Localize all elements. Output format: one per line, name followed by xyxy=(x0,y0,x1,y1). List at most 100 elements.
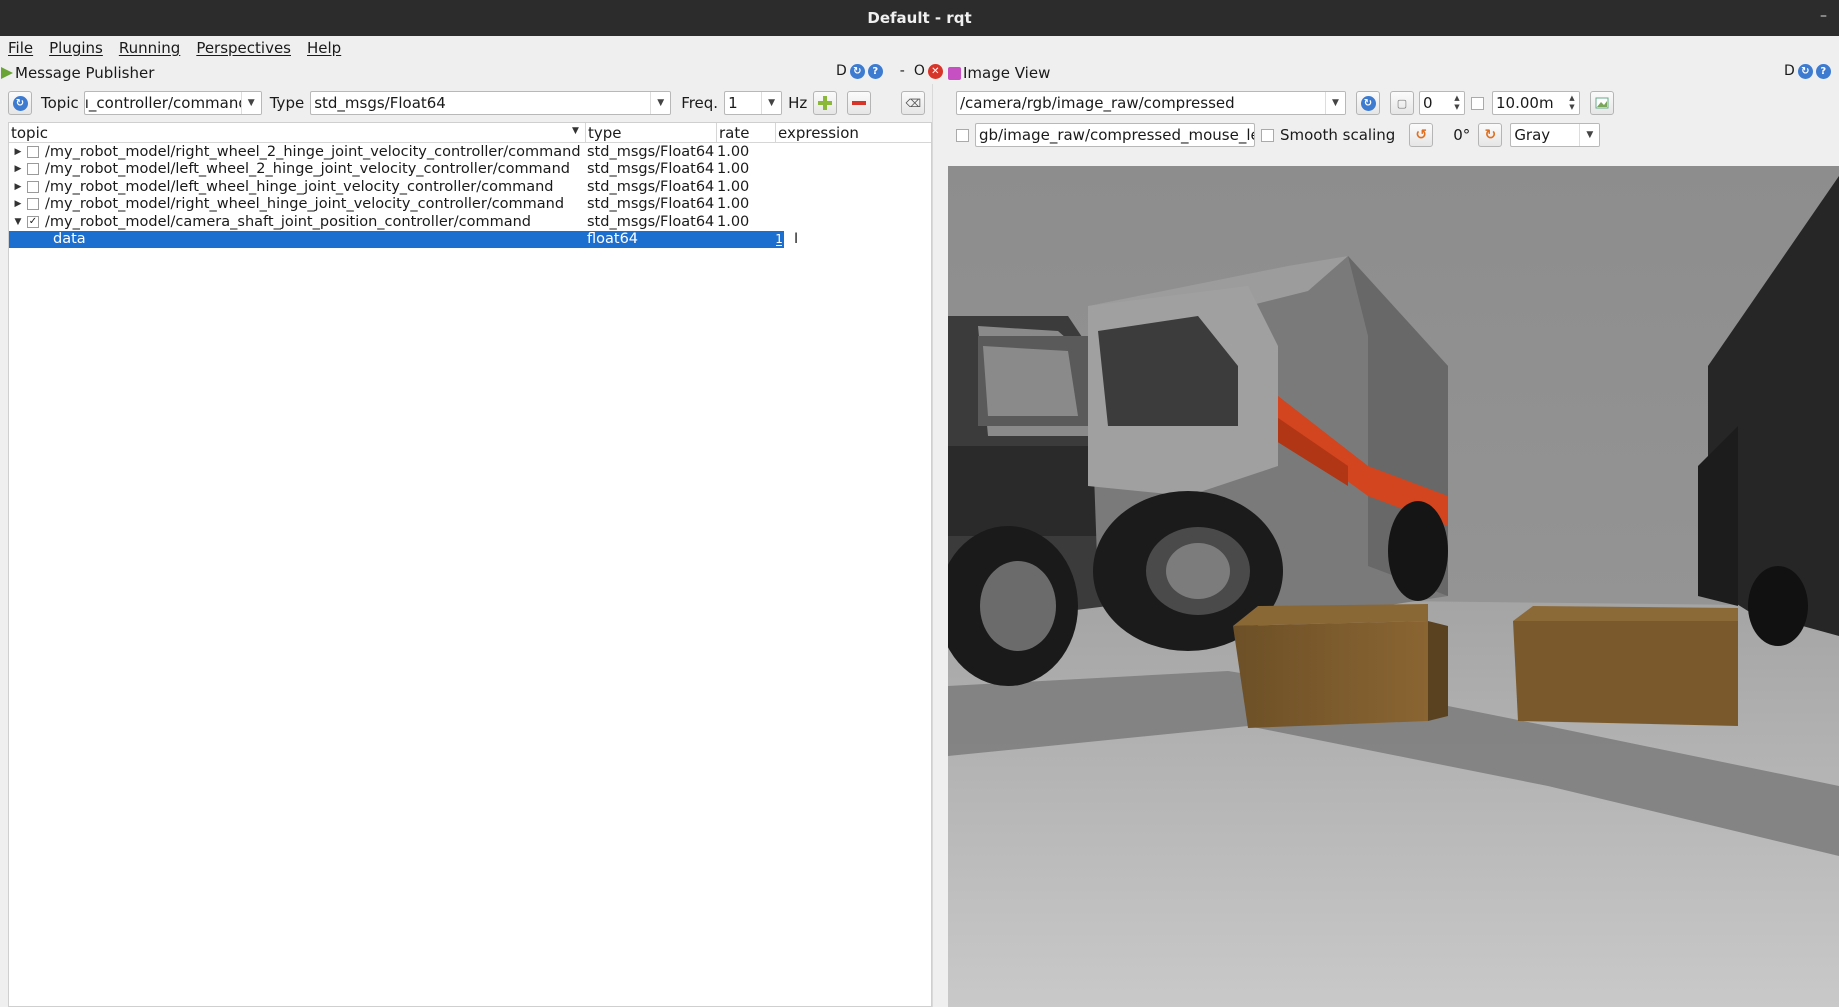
refresh-topics-button[interactable]: ↻ xyxy=(8,91,32,115)
expression-editor[interactable]: 1 xyxy=(774,231,784,247)
color-scheme-combo[interactable]: Gray ▼ xyxy=(1510,123,1601,147)
sort-indicator-icon: ▼ xyxy=(572,126,579,136)
freq-combo[interactable]: 1 ▼ xyxy=(724,91,783,115)
expand-arrow-icon[interactable]: ▶ xyxy=(9,182,27,192)
zoom-button[interactable]: ▢ xyxy=(1390,91,1414,115)
refresh-icon: ↻ xyxy=(1360,95,1376,111)
smooth-scaling-checkbox[interactable] xyxy=(1261,128,1274,142)
reload-icon[interactable]: ↻ xyxy=(1797,63,1813,79)
menu-running[interactable]: Running xyxy=(119,39,180,57)
selected-child-row[interactable]: data float64 1 I xyxy=(9,230,931,249)
col-header-topic[interactable]: topic xyxy=(9,123,586,143)
table-row[interactable]: ▶ /my_robot_model/right_wheel_2_hinge_joi… xyxy=(9,143,931,161)
clear-icon: ⌫ xyxy=(905,96,922,110)
help-icon[interactable]: ? xyxy=(867,63,883,79)
float-panel-button[interactable]: O xyxy=(914,63,925,79)
zoom-spinbox[interactable]: 0 ▲ ▼ xyxy=(1419,91,1465,115)
panel-splitter[interactable] xyxy=(932,84,946,1007)
max-depth-spinbox[interactable]: 10.00m ▲ ▼ xyxy=(1492,91,1580,115)
rotate-left-icon: ↺ xyxy=(1415,127,1428,143)
menu-help[interactable]: Help xyxy=(307,39,341,57)
enable-checkbox[interactable] xyxy=(27,145,39,158)
table-row[interactable]: ▶ /my_robot_model/right_wheel_hinge_joint… xyxy=(9,196,931,214)
table-row[interactable]: ▼ ✓ /my_robot_model/camera_shaft_joint_pos… xyxy=(9,213,931,231)
remove-publisher-button[interactable] xyxy=(847,91,872,115)
rotate-right-icon: ↻ xyxy=(1484,127,1497,143)
minimize-panel-button[interactable]: - xyxy=(900,63,905,79)
hz-label: Hz xyxy=(788,94,808,112)
mouse-publish-checkbox[interactable] xyxy=(956,128,969,142)
mouse-topic-value: gb/image_raw/compressed_mouse_left xyxy=(979,126,1255,144)
row-rate[interactable]: 1.00 xyxy=(716,214,774,230)
reload-icon[interactable]: ↻ xyxy=(849,63,865,79)
row-rate[interactable]: 1.00 xyxy=(716,161,774,177)
clear-button[interactable]: ⌫ xyxy=(901,91,926,115)
table-row[interactable]: ▶ /my_robot_model/left_wheel_2_hinge_join… xyxy=(9,161,931,179)
col-header-topic-label: topic xyxy=(11,124,48,142)
col-header-rate[interactable]: rate xyxy=(717,123,776,143)
imageview-toolbar-2: gb/image_raw/compressed_mouse_left Smoot… xyxy=(956,122,1601,148)
expression-value[interactable]: 1 xyxy=(774,233,784,246)
enable-checkbox[interactable] xyxy=(27,198,39,211)
chevron-down-icon: ▼ xyxy=(1325,92,1345,114)
row-rate[interactable]: 1.00 xyxy=(716,196,774,212)
imageview-toolbar-1: /camera/rgb/image_raw/compressed ▼ ↻ ▢ 0… xyxy=(956,90,1614,116)
col-header-expression[interactable]: expression xyxy=(776,123,931,143)
expand-arrow-icon[interactable]: ▶ xyxy=(9,147,27,157)
row-type: std_msgs/Float64 xyxy=(587,196,715,213)
col-header-type[interactable]: type xyxy=(586,123,717,143)
menu-plugins[interactable]: Plugins xyxy=(49,39,103,57)
plus-icon xyxy=(818,96,833,110)
col-header-expression-label: expression xyxy=(778,124,859,142)
row-topic: /my_robot_model/right_wheel_hinge_joint_… xyxy=(45,196,565,213)
topic-combo[interactable]: ı_controller/command ▼ xyxy=(83,91,262,115)
topic-combo-value: ı_controller/command xyxy=(84,94,248,112)
mouse-topic-input[interactable]: gb/image_raw/compressed_mouse_left xyxy=(975,123,1255,147)
add-publisher-button[interactable] xyxy=(813,91,838,115)
image-icon xyxy=(1595,97,1609,109)
enable-checkbox[interactable] xyxy=(27,163,39,176)
dock-button[interactable]: D xyxy=(1784,63,1795,79)
field-name: data xyxy=(53,231,86,248)
save-image-button[interactable] xyxy=(1590,91,1614,115)
window-title: Default - rqt xyxy=(867,9,972,27)
camera-image[interactable] xyxy=(948,166,1839,1007)
collapse-arrow-icon[interactable]: ▼ xyxy=(9,217,27,227)
col-header-type-label: type xyxy=(588,124,622,142)
chevron-down-icon: ▼ xyxy=(240,92,261,114)
help-icon[interactable]: ? xyxy=(1815,63,1831,79)
expand-arrow-icon[interactable]: ▶ xyxy=(9,164,27,174)
rotate-right-button[interactable]: ↻ xyxy=(1478,123,1503,147)
close-panel-icon[interactable]: ✕ xyxy=(927,63,943,79)
enable-checkbox-checked[interactable]: ✓ xyxy=(27,215,39,228)
rotate-left-button[interactable]: ↺ xyxy=(1409,123,1434,147)
expand-arrow-icon[interactable]: ▶ xyxy=(9,199,27,209)
publisher-tree[interactable]: topic type rate expression ▼ ▶ /my_robot_… xyxy=(8,122,932,1007)
chevron-down-icon: ▼ xyxy=(761,92,782,114)
type-combo[interactable]: std_msgs/Float64 ▼ xyxy=(310,91,672,115)
window-titlebar: Default - rqt – xyxy=(0,0,1839,36)
publisher-toolbar: ↻ Topic ı_controller/command ▼ Type std_… xyxy=(8,90,932,116)
max-depth-value: 10.00m xyxy=(1496,94,1554,112)
menu-perspectives[interactable]: Perspectives xyxy=(196,39,291,57)
menu-file[interactable]: File xyxy=(8,39,33,57)
dock-button[interactable]: D xyxy=(836,63,847,79)
chevron-down-icon: ▼ xyxy=(1579,124,1600,146)
table-row[interactable]: ▶ /my_robot_model/left_wheel_hinge_joint_… xyxy=(9,178,931,196)
chevron-down-icon: ▼ xyxy=(650,92,671,114)
image-view-icon xyxy=(948,66,961,80)
publisher-panel-title: Message Publisher xyxy=(15,64,155,82)
tree-header: topic type rate expression ▼ xyxy=(9,123,931,143)
row-type: std_msgs/Float64 xyxy=(587,213,715,230)
refresh-image-topics-button[interactable]: ↻ xyxy=(1356,91,1380,115)
row-rate[interactable]: 1.00 xyxy=(716,144,774,160)
spin-arrows-icon: ▲ ▼ xyxy=(1565,92,1579,114)
minimize-icon[interactable]: – xyxy=(1820,8,1827,24)
topic-label: Topic xyxy=(41,94,79,112)
enable-checkbox[interactable] xyxy=(27,180,39,193)
type-label: Type xyxy=(269,94,305,112)
freq-combo-value: 1 xyxy=(728,94,738,112)
image-topic-combo[interactable]: /camera/rgb/image_raw/compressed ▼ xyxy=(956,91,1346,115)
row-rate[interactable]: 1.00 xyxy=(716,179,774,195)
dynamic-range-checkbox[interactable] xyxy=(1471,96,1484,110)
